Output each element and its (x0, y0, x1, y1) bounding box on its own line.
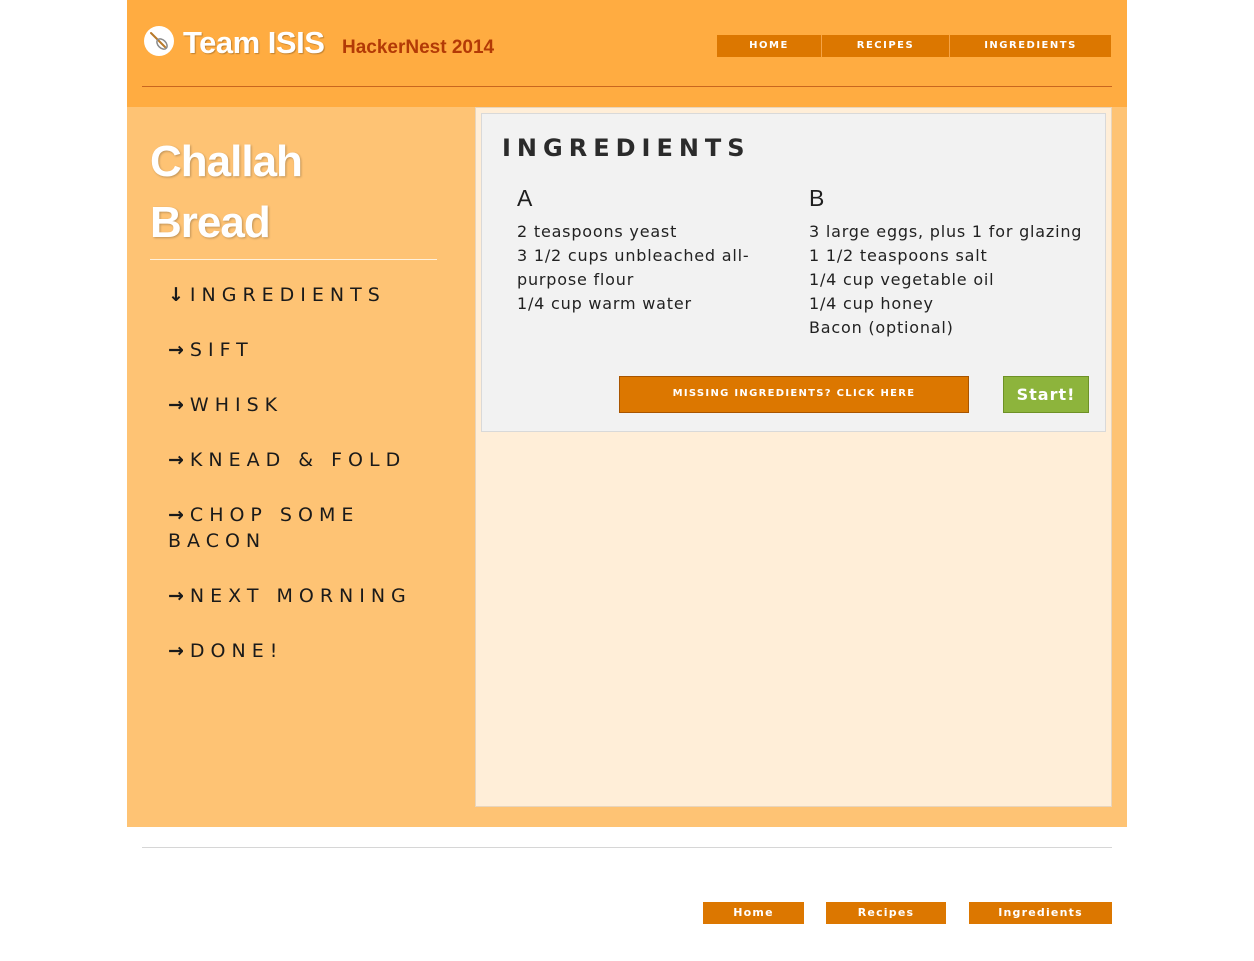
step-label: SIFT (189, 339, 254, 361)
step-panel: INGREDIENTS A 2 teaspoons yeast 3 1/2 cu… (475, 107, 1112, 807)
recipe-title: Challah Bread (150, 131, 440, 253)
list-item: 2 teaspoons yeast (517, 222, 678, 241)
arrow-down-icon: ↓ (168, 284, 184, 306)
list-item: 1/4 cup vegetable oil (809, 270, 995, 289)
footer-ingredients-link[interactable]: Ingredients (969, 902, 1112, 924)
step-done[interactable]: → DONE! (168, 638, 458, 664)
recipe-title-line2: Bread (150, 198, 271, 247)
step-knead-fold[interactable]: → KNEAD & FOLD (168, 447, 458, 473)
arrow-right-icon: → (168, 585, 184, 607)
footer-home-link[interactable]: Home (703, 902, 804, 924)
brand-name[interactable]: Team ISIS (183, 24, 325, 62)
footer-divider (142, 847, 1112, 848)
site-header: Team ISIS HackerNest 2014 HOME RECIPES I… (127, 0, 1127, 107)
list-item: 3 large eggs, plus 1 for glazing (809, 222, 1083, 241)
ingredients-title: INGREDIENTS (502, 134, 751, 162)
list-item: 1/4 cup warm water (517, 294, 692, 313)
list-item: 3 1/2 cups unbleached all-purpose flour (517, 246, 750, 289)
ingredient-list-a: 2 teaspoons yeast 3 1/2 cups unbleached … (517, 220, 757, 316)
column-b-heading: B (809, 185, 825, 211)
whisk-icon (144, 26, 174, 56)
list-item: Bacon (optional) (809, 318, 954, 337)
step-label: WHISK (189, 394, 284, 416)
step-label: CHOP SOME BACON (168, 504, 360, 552)
arrow-right-icon: → (168, 504, 184, 526)
column-a-heading: A (517, 185, 533, 211)
arrow-right-icon: → (168, 339, 184, 361)
event-name: HackerNest 2014 (342, 37, 495, 58)
ingredient-column-a: A 2 teaspoons yeast 3 1/2 cups unbleache… (517, 184, 757, 316)
top-nav: HOME RECIPES INGREDIENTS (717, 35, 1111, 57)
step-chop-bacon[interactable]: → CHOP SOME BACON (143, 502, 458, 554)
step-list: ↓ INGREDIENTS → SIFT → WHISK → KNEAD & FOLD … (168, 282, 458, 693)
arrow-right-icon: → (168, 394, 184, 416)
nav-ingredients-link[interactable]: INGREDIENTS (950, 35, 1111, 57)
step-ingredients[interactable]: ↓ INGREDIENTS (168, 282, 458, 308)
ingredient-list-b: 3 large eggs, plus 1 for glazing 1 1/2 t… (809, 220, 1099, 340)
arrow-right-icon: → (168, 640, 184, 662)
step-whisk[interactable]: → WHISK (168, 392, 458, 418)
step-sift[interactable]: → SIFT (168, 337, 458, 363)
step-label: NEXT MORNING (189, 585, 412, 607)
step-label: INGREDIENTS (189, 284, 386, 306)
footer-recipes-link[interactable]: Recipes (826, 902, 946, 924)
step-label: KNEAD & FOLD (189, 449, 407, 471)
start-button[interactable]: Start! (1003, 376, 1089, 413)
ingredients-box: INGREDIENTS A 2 teaspoons yeast 3 1/2 cu… (481, 113, 1106, 432)
list-item: 1 1/2 teaspoons salt (809, 246, 988, 265)
step-label: DONE! (189, 640, 284, 662)
recipe-title-line1: Challah (150, 137, 303, 186)
list-item: 1/4 cup honey (809, 294, 934, 313)
nav-recipes-link[interactable]: RECIPES (822, 35, 950, 57)
header-divider (142, 86, 1112, 87)
nav-home-link[interactable]: HOME (717, 35, 822, 57)
step-next-morning[interactable]: → NEXT MORNING (168, 583, 458, 609)
ingredient-column-b: B 3 large eggs, plus 1 for glazing 1 1/2… (809, 184, 1099, 340)
sidebar-divider (150, 259, 437, 260)
arrow-right-icon: → (168, 449, 184, 471)
missing-ingredients-button[interactable]: MISSING INGREDIENTS? CLICK HERE (619, 376, 969, 413)
main-content: Challah Bread ↓ INGREDIENTS → SIFT → WHISK … (127, 107, 1127, 827)
